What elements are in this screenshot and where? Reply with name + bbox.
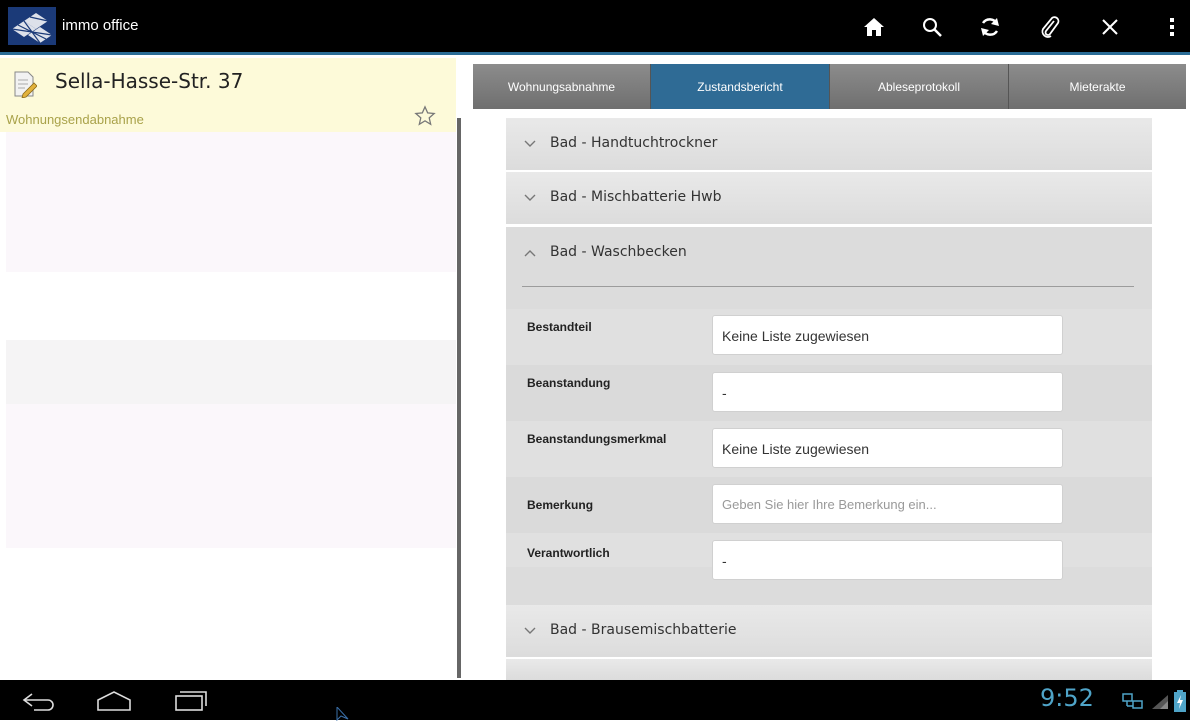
section-title: Bad - Handtuchtrockner [550,135,718,151]
field-label-bemerkung: Bemerkung [527,498,594,512]
field-label-beanstandung: Beanstandung [527,376,611,390]
list-item[interactable] [6,340,456,404]
recent-apps-icon[interactable] [168,688,208,714]
battery-icon [1174,690,1186,712]
bestandteil-field[interactable]: Keine Liste zugewiesen [712,315,1063,355]
pointer-cursor-icon [336,705,350,722]
star-icon[interactable] [414,105,436,127]
section-header[interactable] [506,659,1152,680]
paperclip-icon[interactable] [1036,13,1064,41]
overflow-menu-icon[interactable] [1158,13,1186,41]
section-title: Bad - Brausemischbatterie [550,622,737,638]
object-address: Sella-Hasse-Str. 37 [55,69,244,93]
tab-ableseprotokoll[interactable]: Ableseprotokoll [830,64,1009,109]
chevron-down-icon [524,194,536,201]
chevron-down-icon [524,627,536,634]
app-title: immo office [62,17,139,34]
network-icon [1122,692,1144,710]
bemerkung-input[interactable]: Geben Sie hier Ihre Bemerkung ein... [712,484,1063,524]
list-item[interactable] [6,132,456,272]
field-label-beanstandungsmerkmal: Beanstandungsmerkmal [527,432,667,446]
signal-icon [1150,694,1170,710]
field-label-bestandteil: Bestandteil [527,320,592,334]
document-edit-icon [13,70,38,99]
section-header[interactable]: Bad - Mischbatterie Hwb [506,172,1152,224]
object-subtitle: Wohnungsendabnahme [6,112,144,127]
section-separator [522,286,1134,287]
section-header-expanded[interactable]: Bad - Waschbecken [506,227,1152,279]
close-icon[interactable] [1096,13,1124,41]
chevron-down-icon [524,140,536,147]
home-icon[interactable] [860,13,888,41]
beanstandungsmerkmal-field[interactable]: Keine Liste zugewiesen [712,428,1063,468]
tab-mieterakte[interactable]: Mieterakte [1009,64,1186,109]
status-clock: 9:52 [1040,684,1094,712]
refresh-icon[interactable] [976,13,1004,41]
section-header[interactable]: Bad - Brausemischbatterie [506,605,1152,657]
action-bar [0,0,1190,55]
tab-zustandsbericht[interactable]: Zustandsbericht [651,64,830,109]
panel-divider-line[interactable] [457,118,461,678]
verantwortlich-field[interactable]: - [712,540,1063,580]
tab-bar: Wohnungsabnahme Zustandsbericht Ablesepr… [473,64,1186,109]
field-label-verantwortlich: Verantwortlich [527,546,610,560]
tab-wohnungsabnahme[interactable]: Wohnungsabnahme [473,64,651,109]
app-logo-icon [8,7,56,45]
section-title: Bad - Waschbecken [550,244,687,260]
list-item[interactable] [6,404,456,548]
section-title: Bad - Mischbatterie Hwb [550,189,722,205]
search-icon[interactable] [918,13,946,41]
beanstandung-field[interactable]: - [712,372,1063,412]
home-nav-icon[interactable] [94,688,134,714]
back-icon[interactable] [20,688,60,714]
chevron-up-icon [524,250,536,257]
section-header[interactable]: Bad - Handtuchtrockner [506,118,1152,170]
